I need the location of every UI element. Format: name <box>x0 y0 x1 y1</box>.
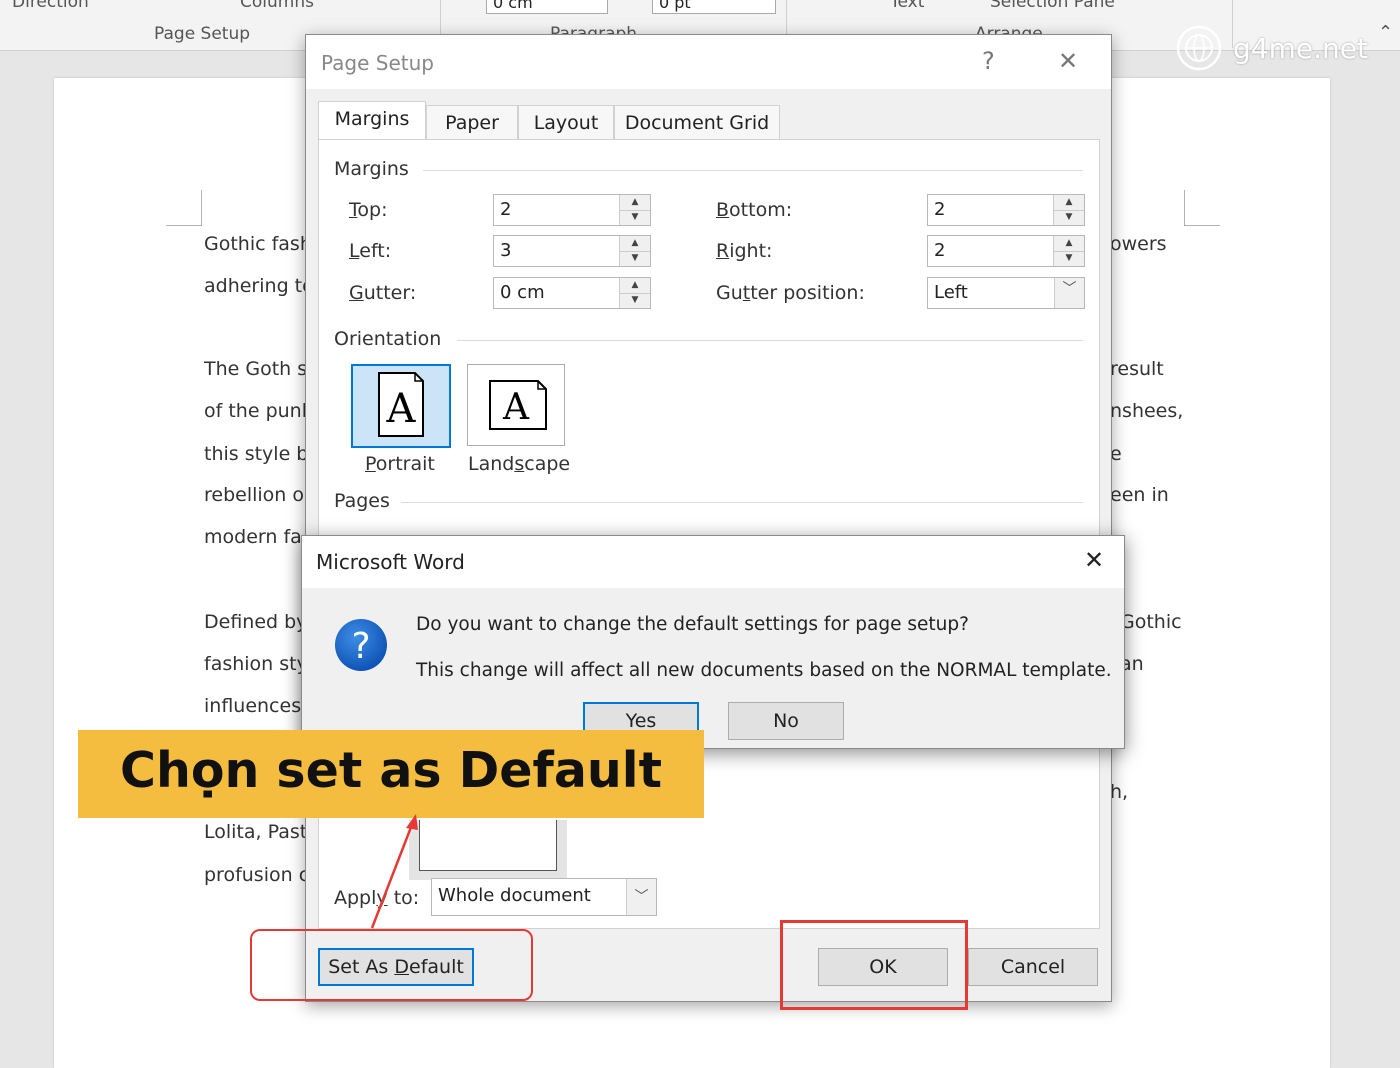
tab-document-grid[interactable]: Document Grid <box>614 105 780 139</box>
doc-text-line: modern fa <box>204 526 302 548</box>
spacing-input[interactable]: 0 pt <box>652 0 776 14</box>
apply-to-dropdown[interactable]: Whole document ﹀ <box>431 878 657 916</box>
landscape-label: Landscape <box>468 453 571 475</box>
preview-area <box>409 820 567 880</box>
doc-text-line: Gothic fash <box>204 233 312 255</box>
margin-corner-mark <box>166 190 202 226</box>
spin-down-icon[interactable]: ▼ <box>1054 210 1084 225</box>
doc-text-line: result <box>1110 358 1164 380</box>
gutter-label: Gutter: <box>349 282 417 304</box>
doc-text-line: h, <box>1110 781 1129 803</box>
svg-text:A: A <box>386 386 417 432</box>
bottom-margin-spinner[interactable]: 2 ▲ ▼ <box>927 194 1085 226</box>
doc-text-line: adhering to <box>204 275 314 297</box>
spin-up-icon[interactable]: ▲ <box>620 195 650 211</box>
confirm-message-line1: Do you want to change the default settin… <box>416 614 969 635</box>
spin-up-icon[interactable]: ▲ <box>1054 236 1084 252</box>
svg-text:?: ? <box>351 626 370 667</box>
collapse-ribbon-icon[interactable]: ⌃ <box>1378 22 1393 43</box>
doc-text-line: Lolita, Past <box>204 821 308 843</box>
tab-margins[interactable]: Margins <box>318 101 426 140</box>
section-divider <box>401 502 1083 503</box>
question-icon: ? <box>335 619 387 671</box>
doc-text-line: this style b <box>204 443 309 465</box>
globe-icon <box>1176 25 1222 71</box>
doc-text-line: profusion c <box>204 864 310 886</box>
close-icon[interactable]: ✕ <box>1084 548 1104 572</box>
portrait-page-icon: A <box>378 372 424 437</box>
dialog-title: Page Setup <box>321 51 434 75</box>
text-direction-button[interactable]: Direction <box>12 0 89 12</box>
spin-up-icon[interactable]: ▲ <box>1054 195 1084 211</box>
doc-text-line: Gothic <box>1120 611 1182 633</box>
pages-section-title: Pages <box>334 490 390 512</box>
spin-up-icon[interactable]: ▲ <box>620 236 650 252</box>
spin-down-icon[interactable]: ▼ <box>620 251 650 266</box>
gutter-position-dropdown[interactable]: Left ﹀ <box>927 277 1085 309</box>
top-label: Top: <box>349 199 388 221</box>
right-margin-spinner[interactable]: 2 ▲ ▼ <box>927 235 1085 267</box>
right-label: Right: <box>716 240 773 262</box>
left-margin-spinner[interactable]: 3 ▲ ▼ <box>493 235 651 267</box>
spin-down-icon[interactable]: ▼ <box>620 210 650 225</box>
confirm-title: Microsoft Word <box>316 550 465 574</box>
margin-corner-mark <box>1184 190 1220 226</box>
preview-page <box>419 820 557 871</box>
help-button[interactable]: ? <box>982 49 995 73</box>
portrait-option[interactable]: A <box>351 364 451 448</box>
orientation-section-title: Orientation <box>334 328 442 350</box>
watermark-text: g4me.net <box>1233 31 1368 65</box>
doc-text-line: The Goth s <box>204 358 308 380</box>
dialog-titlebar: Page Setup ? ✕ <box>306 35 1111 89</box>
tab-layout[interactable]: Layout <box>518 105 614 139</box>
doc-text-line: influences <box>204 695 302 717</box>
confirm-dialog: Microsoft Word ✕ ? Do you want to change… <box>301 535 1125 749</box>
doc-text-line: owers <box>1110 233 1167 255</box>
svg-text:A: A <box>502 387 530 428</box>
landscape-option[interactable]: A <box>467 364 565 446</box>
landscape-page-icon: A <box>489 380 547 430</box>
chevron-down-icon[interactable]: ﹀ <box>626 879 656 915</box>
margins-section-title: Margins <box>334 158 409 180</box>
left-label: Left: <box>349 240 392 262</box>
selection-pane-button[interactable]: Selection Pane <box>990 0 1115 12</box>
doc-text-line: rebellion o <box>204 484 305 506</box>
doc-text-line: Defined by <box>204 611 308 633</box>
section-divider <box>423 170 1083 171</box>
tab-paper[interactable]: Paper <box>426 105 518 139</box>
doc-text-line: of the punk <box>204 400 313 422</box>
bottom-label: Bottom: <box>716 199 793 221</box>
doc-text-line: fashion sty <box>204 653 308 675</box>
wrap-text-button[interactable]: Text <box>890 0 924 12</box>
gutter-spinner[interactable]: 0 cm ▲ ▼ <box>493 277 651 309</box>
close-icon[interactable]: ✕ <box>1058 49 1078 73</box>
instruction-banner: Chọn set as Default <box>78 730 704 818</box>
portrait-label: Portrait <box>365 453 435 475</box>
watermark: g4me.net <box>1175 24 1368 72</box>
confirm-message-line2: This change will affect all new document… <box>416 660 1112 681</box>
cancel-button[interactable]: Cancel <box>968 948 1098 986</box>
section-divider <box>457 340 1083 341</box>
instruction-text: Chọn set as Default <box>119 742 662 799</box>
no-button[interactable]: No <box>728 702 844 740</box>
spin-down-icon[interactable]: ▼ <box>620 293 650 308</box>
spin-down-icon[interactable]: ▼ <box>1054 251 1084 266</box>
doc-text-line: nshees, <box>1110 400 1184 422</box>
top-margin-spinner[interactable]: 2 ▲ ▼ <box>493 194 651 226</box>
confirm-titlebar: Microsoft Word ✕ <box>302 536 1124 588</box>
columns-button[interactable]: Columns <box>240 0 314 12</box>
indent-input[interactable]: 0 cm <box>486 0 608 14</box>
gutter-position-label: Gutter position: <box>716 282 865 304</box>
pointer-arrow-icon <box>370 814 418 929</box>
page-setup-group-label: Page Setup <box>154 24 251 44</box>
set-default-highlight <box>250 929 533 1001</box>
ok-highlight <box>780 920 968 1010</box>
spin-up-icon[interactable]: ▲ <box>620 278 650 294</box>
chevron-down-icon[interactable]: ﹀ <box>1054 278 1084 308</box>
doc-text-line: een in <box>1110 484 1169 506</box>
